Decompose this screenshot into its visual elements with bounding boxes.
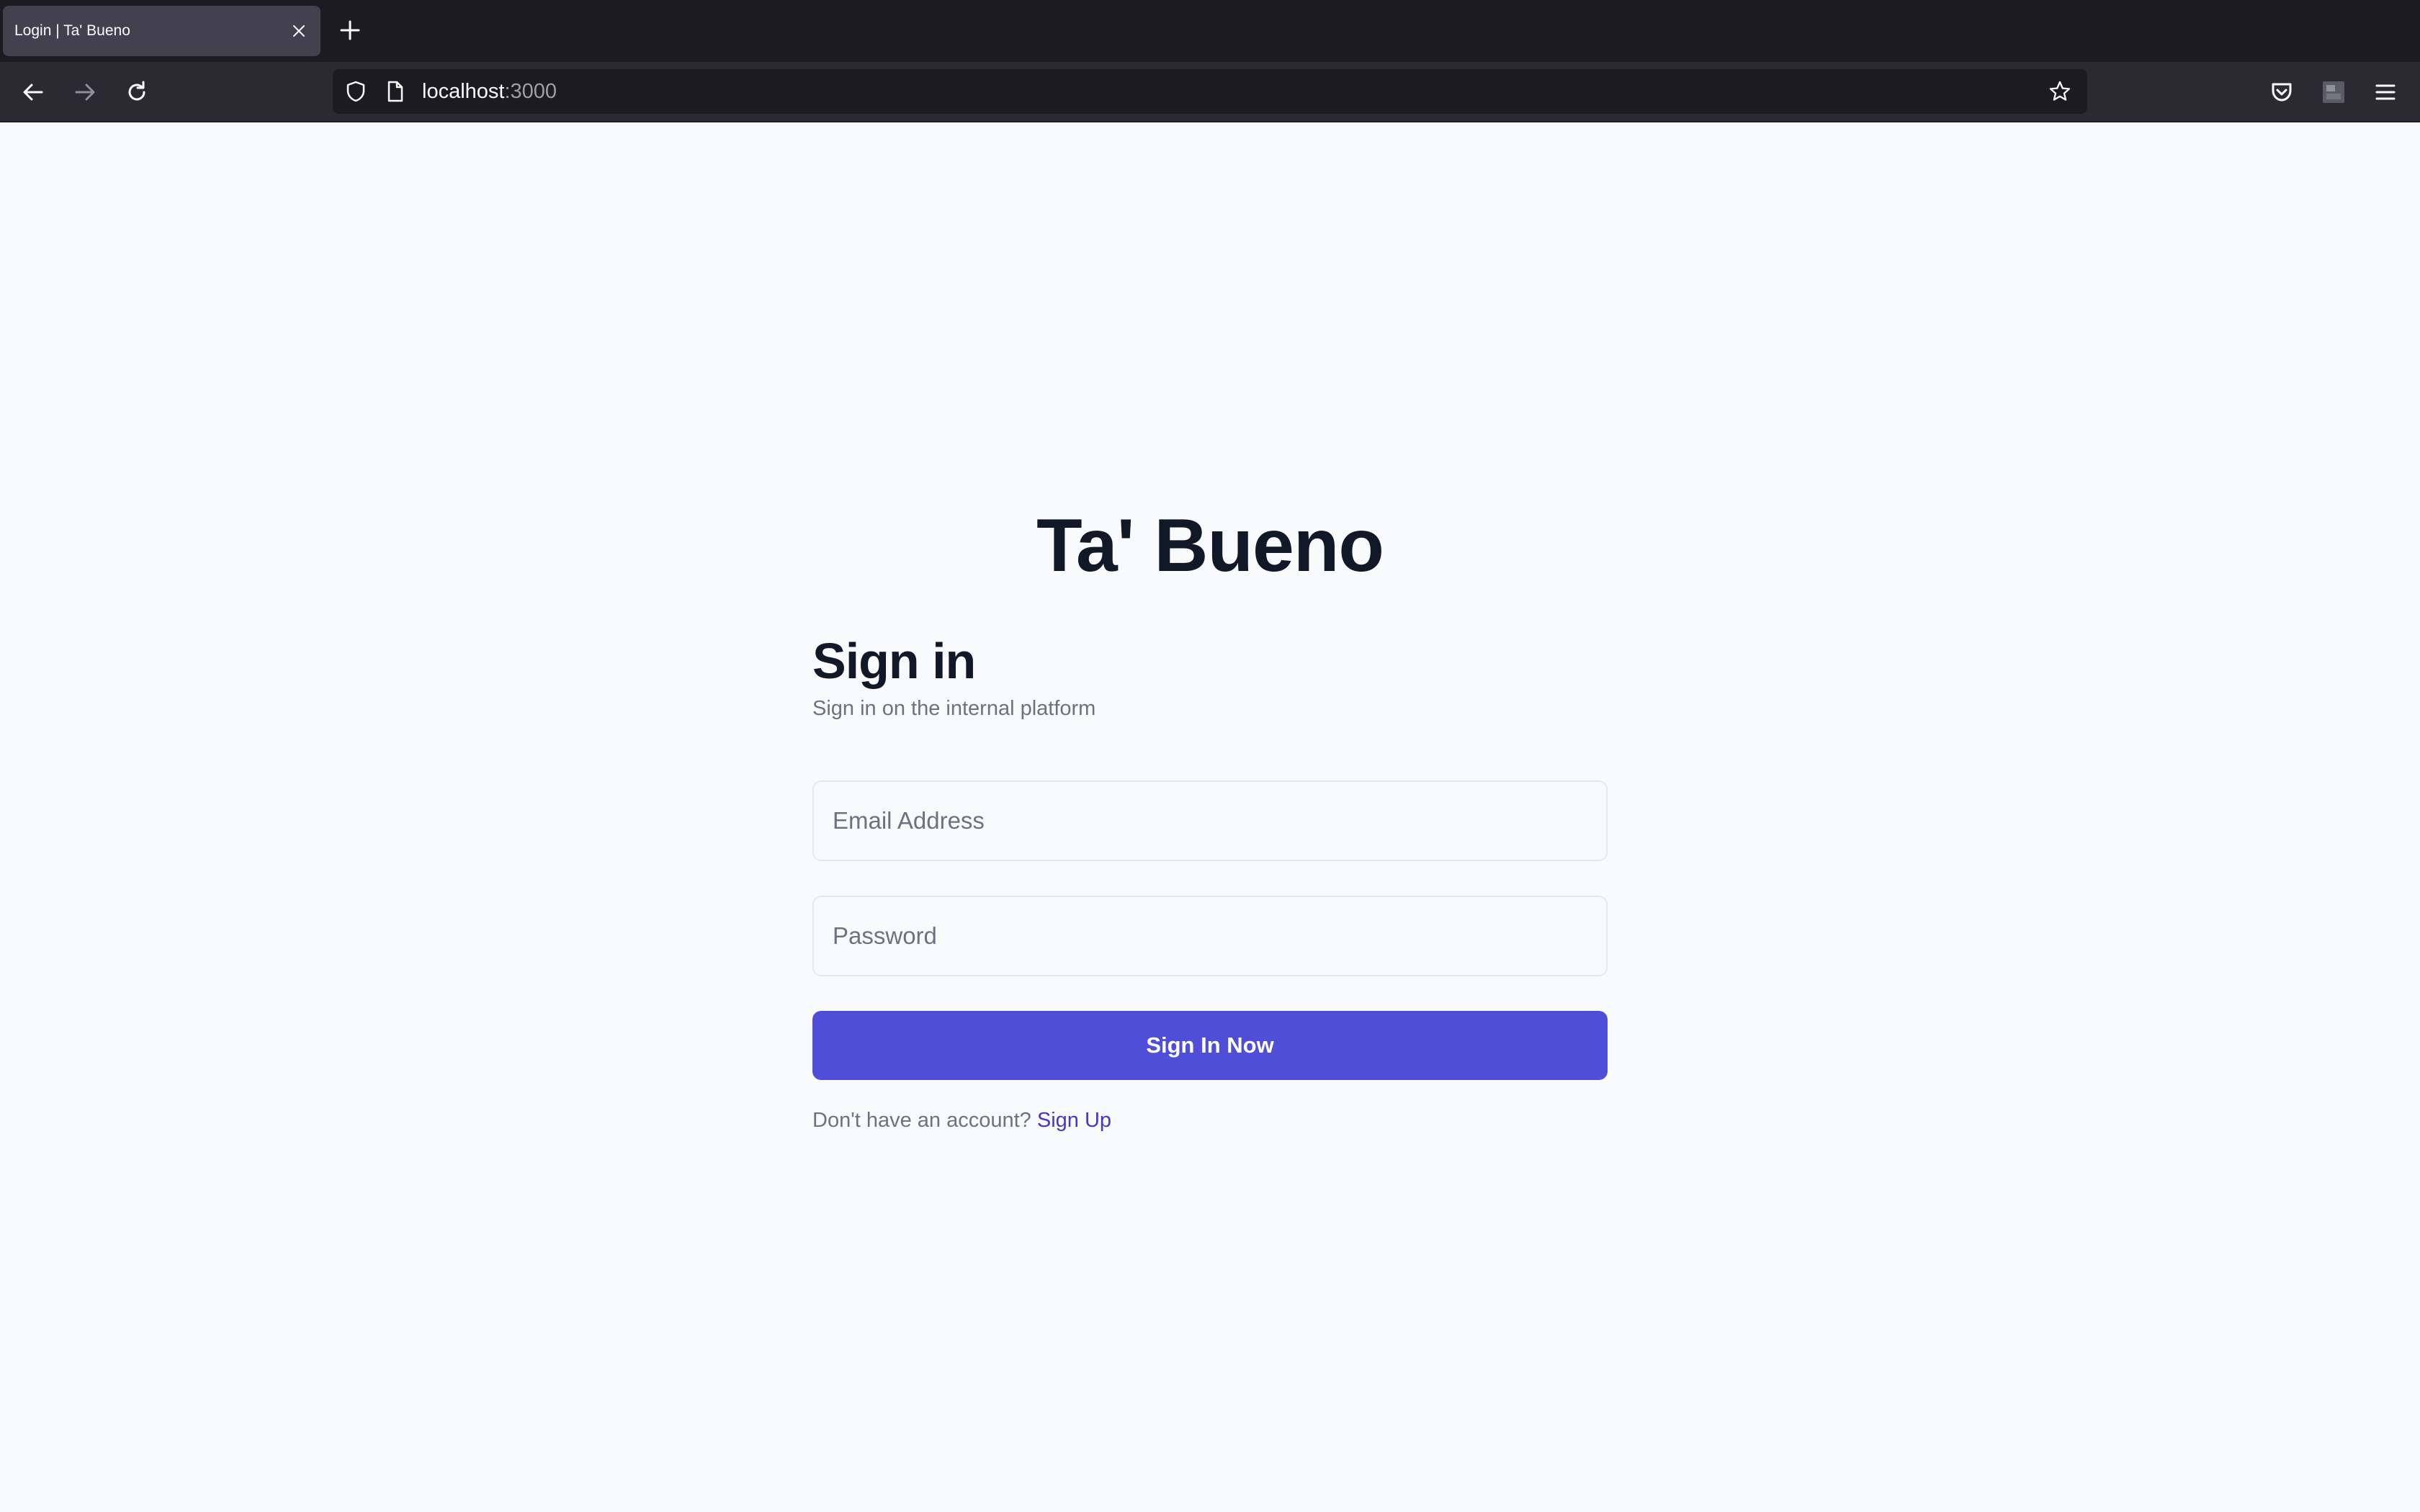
plus-icon[interactable]	[339, 19, 362, 42]
close-icon[interactable]	[290, 22, 308, 40]
arrow-right-icon[interactable]	[72, 79, 98, 105]
menu-icon[interactable]	[2372, 79, 2398, 105]
signup-row: Don't have an account? Sign Up	[812, 1106, 1608, 1135]
sign-up-link[interactable]: Sign Up	[1037, 1109, 1111, 1132]
tab-title: Login | Ta' Bueno	[14, 22, 130, 39]
signup-prompt: Don't have an account?	[812, 1109, 1031, 1132]
star-icon[interactable]	[2048, 80, 2071, 103]
navigation-toolbar: localhost:3000	[0, 62, 2420, 122]
url-text[interactable]: localhost:3000	[422, 69, 557, 114]
page-title: Sign in	[812, 633, 976, 689]
tab-strip: Login | Ta' Bueno	[0, 0, 2420, 62]
brand-title: Ta' Bueno	[1036, 504, 1384, 588]
browser-tab[interactable]: Login | Ta' Bueno	[3, 6, 321, 56]
page-subtitle: Sign in on the internal platform	[812, 697, 1096, 720]
reload-icon[interactable]	[124, 79, 150, 105]
page-icon[interactable]	[383, 80, 406, 103]
sign-in-button[interactable]: Sign In Now	[812, 1011, 1608, 1080]
email-field[interactable]	[812, 780, 1608, 861]
url-port: :3000	[504, 80, 557, 103]
extension-icon[interactable]	[2321, 79, 2347, 105]
password-field[interactable]	[812, 896, 1608, 976]
arrow-left-icon[interactable]	[20, 79, 46, 105]
pocket-icon[interactable]	[2269, 79, 2295, 105]
address-bar[interactable]: localhost:3000	[333, 69, 2087, 114]
sign-in-form: Sign in Sign in on the internal platform…	[812, 631, 1608, 1135]
url-host: localhost	[422, 80, 505, 103]
shield-icon[interactable]	[344, 80, 367, 103]
